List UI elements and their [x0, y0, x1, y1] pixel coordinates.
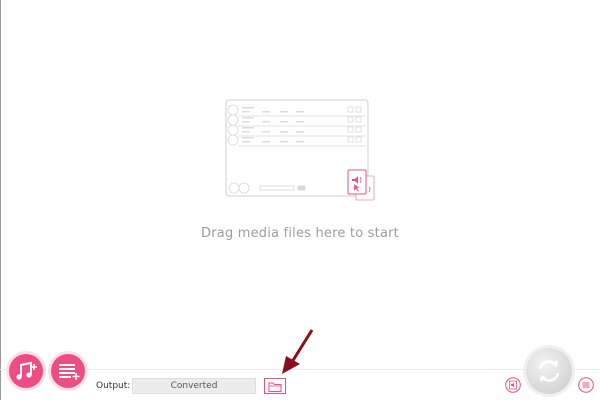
speaker-doc-icon — [505, 377, 521, 393]
pointer-arrow-icon — [282, 329, 314, 374]
output-folder-field[interactable]: Converted — [132, 378, 256, 394]
menu-button[interactable] — [578, 377, 594, 393]
drop-zone[interactable]: Drag media files here to start — [0, 0, 600, 370]
playlist-plus-icon — [59, 364, 80, 380]
add-playlist-button[interactable] — [51, 354, 85, 388]
open-folder-button[interactable] — [264, 378, 286, 394]
add-audio-button[interactable] — [9, 354, 43, 388]
audio-settings-button[interactable] — [505, 377, 521, 393]
layers-menu-icon — [578, 377, 594, 393]
folder-icon — [268, 382, 282, 392]
output-label: Output: — [96, 381, 131, 391]
drop-hint-text: Drag media files here to start — [201, 226, 399, 241]
music-note-plus-icon — [16, 361, 37, 380]
drag-drop-illustration — [225, 99, 375, 201]
convert-button[interactable] — [526, 348, 572, 394]
refresh-cycle-icon — [538, 360, 560, 382]
